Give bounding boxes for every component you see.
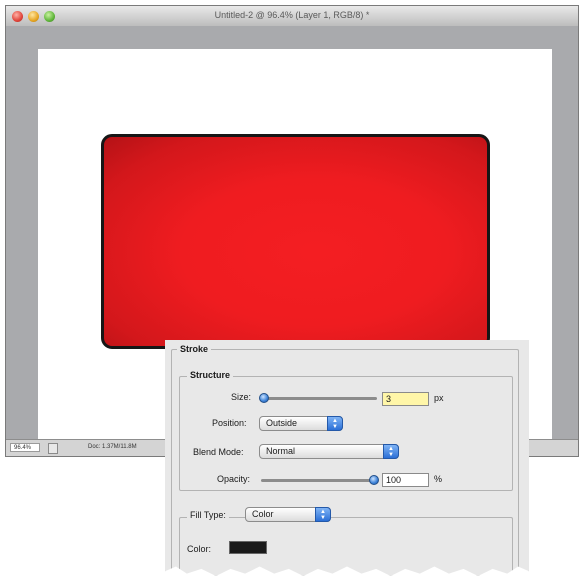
size-unit-label: px <box>434 393 444 403</box>
window-title: Untitled-2 @ 96.4% (Layer 1, RGB/8) * <box>214 10 370 20</box>
blend-mode-dropdown[interactable]: Normal ▲ ▼ <box>259 444 399 459</box>
size-label: Size: <box>231 392 252 402</box>
title-bar[interactable]: Untitled-2 @ 96.4% (Layer 1, RGB/8) * <box>6 6 578 27</box>
color-label: Color: <box>187 544 212 554</box>
position-dropdown[interactable]: Outside ▲ ▼ <box>259 416 343 431</box>
fill-type-dropdown-value: Color <box>252 509 274 519</box>
structure-section-title: Structure <box>187 370 234 380</box>
size-slider-thumb[interactable] <box>259 393 269 403</box>
blend-mode-dropdown-value: Normal <box>266 446 296 456</box>
red-rounded-rectangle-layer[interactable] <box>101 134 490 349</box>
stroke-color-swatch[interactable] <box>229 541 267 554</box>
document-size-info: Doc: 1.37M/11.8M <box>88 444 137 450</box>
size-input[interactable]: 3 <box>382 392 429 406</box>
opacity-unit-label: % <box>434 474 443 484</box>
zoom-level-field[interactable]: 96.4% <box>10 443 40 452</box>
fill-type-label: Fill Type: <box>187 510 229 520</box>
fill-type-dropdown[interactable]: Color ▲ ▼ <box>245 507 331 522</box>
position-dropdown-arrows-icon: ▲ ▼ <box>327 416 343 431</box>
size-slider-track[interactable] <box>261 397 377 400</box>
opacity-input[interactable]: 100 <box>382 473 429 487</box>
position-label: Position: <box>212 418 247 428</box>
document-status-icon[interactable] <box>48 443 58 454</box>
stroke-section-title: Stroke <box>177 344 212 354</box>
blend-mode-dropdown-arrows-icon: ▲ ▼ <box>383 444 399 459</box>
opacity-label: Opacity: <box>217 474 251 484</box>
fill-type-dropdown-arrows-icon: ▲ ▼ <box>315 507 331 522</box>
blend-mode-label: Blend Mode: <box>193 447 244 457</box>
opacity-slider-track[interactable] <box>261 479 377 482</box>
opacity-slider-thumb[interactable] <box>369 475 379 485</box>
stroke-layer-style-panel: Stroke Structure Size: 3 px Position: Ou… <box>165 340 529 576</box>
position-dropdown-value: Outside <box>266 418 298 428</box>
